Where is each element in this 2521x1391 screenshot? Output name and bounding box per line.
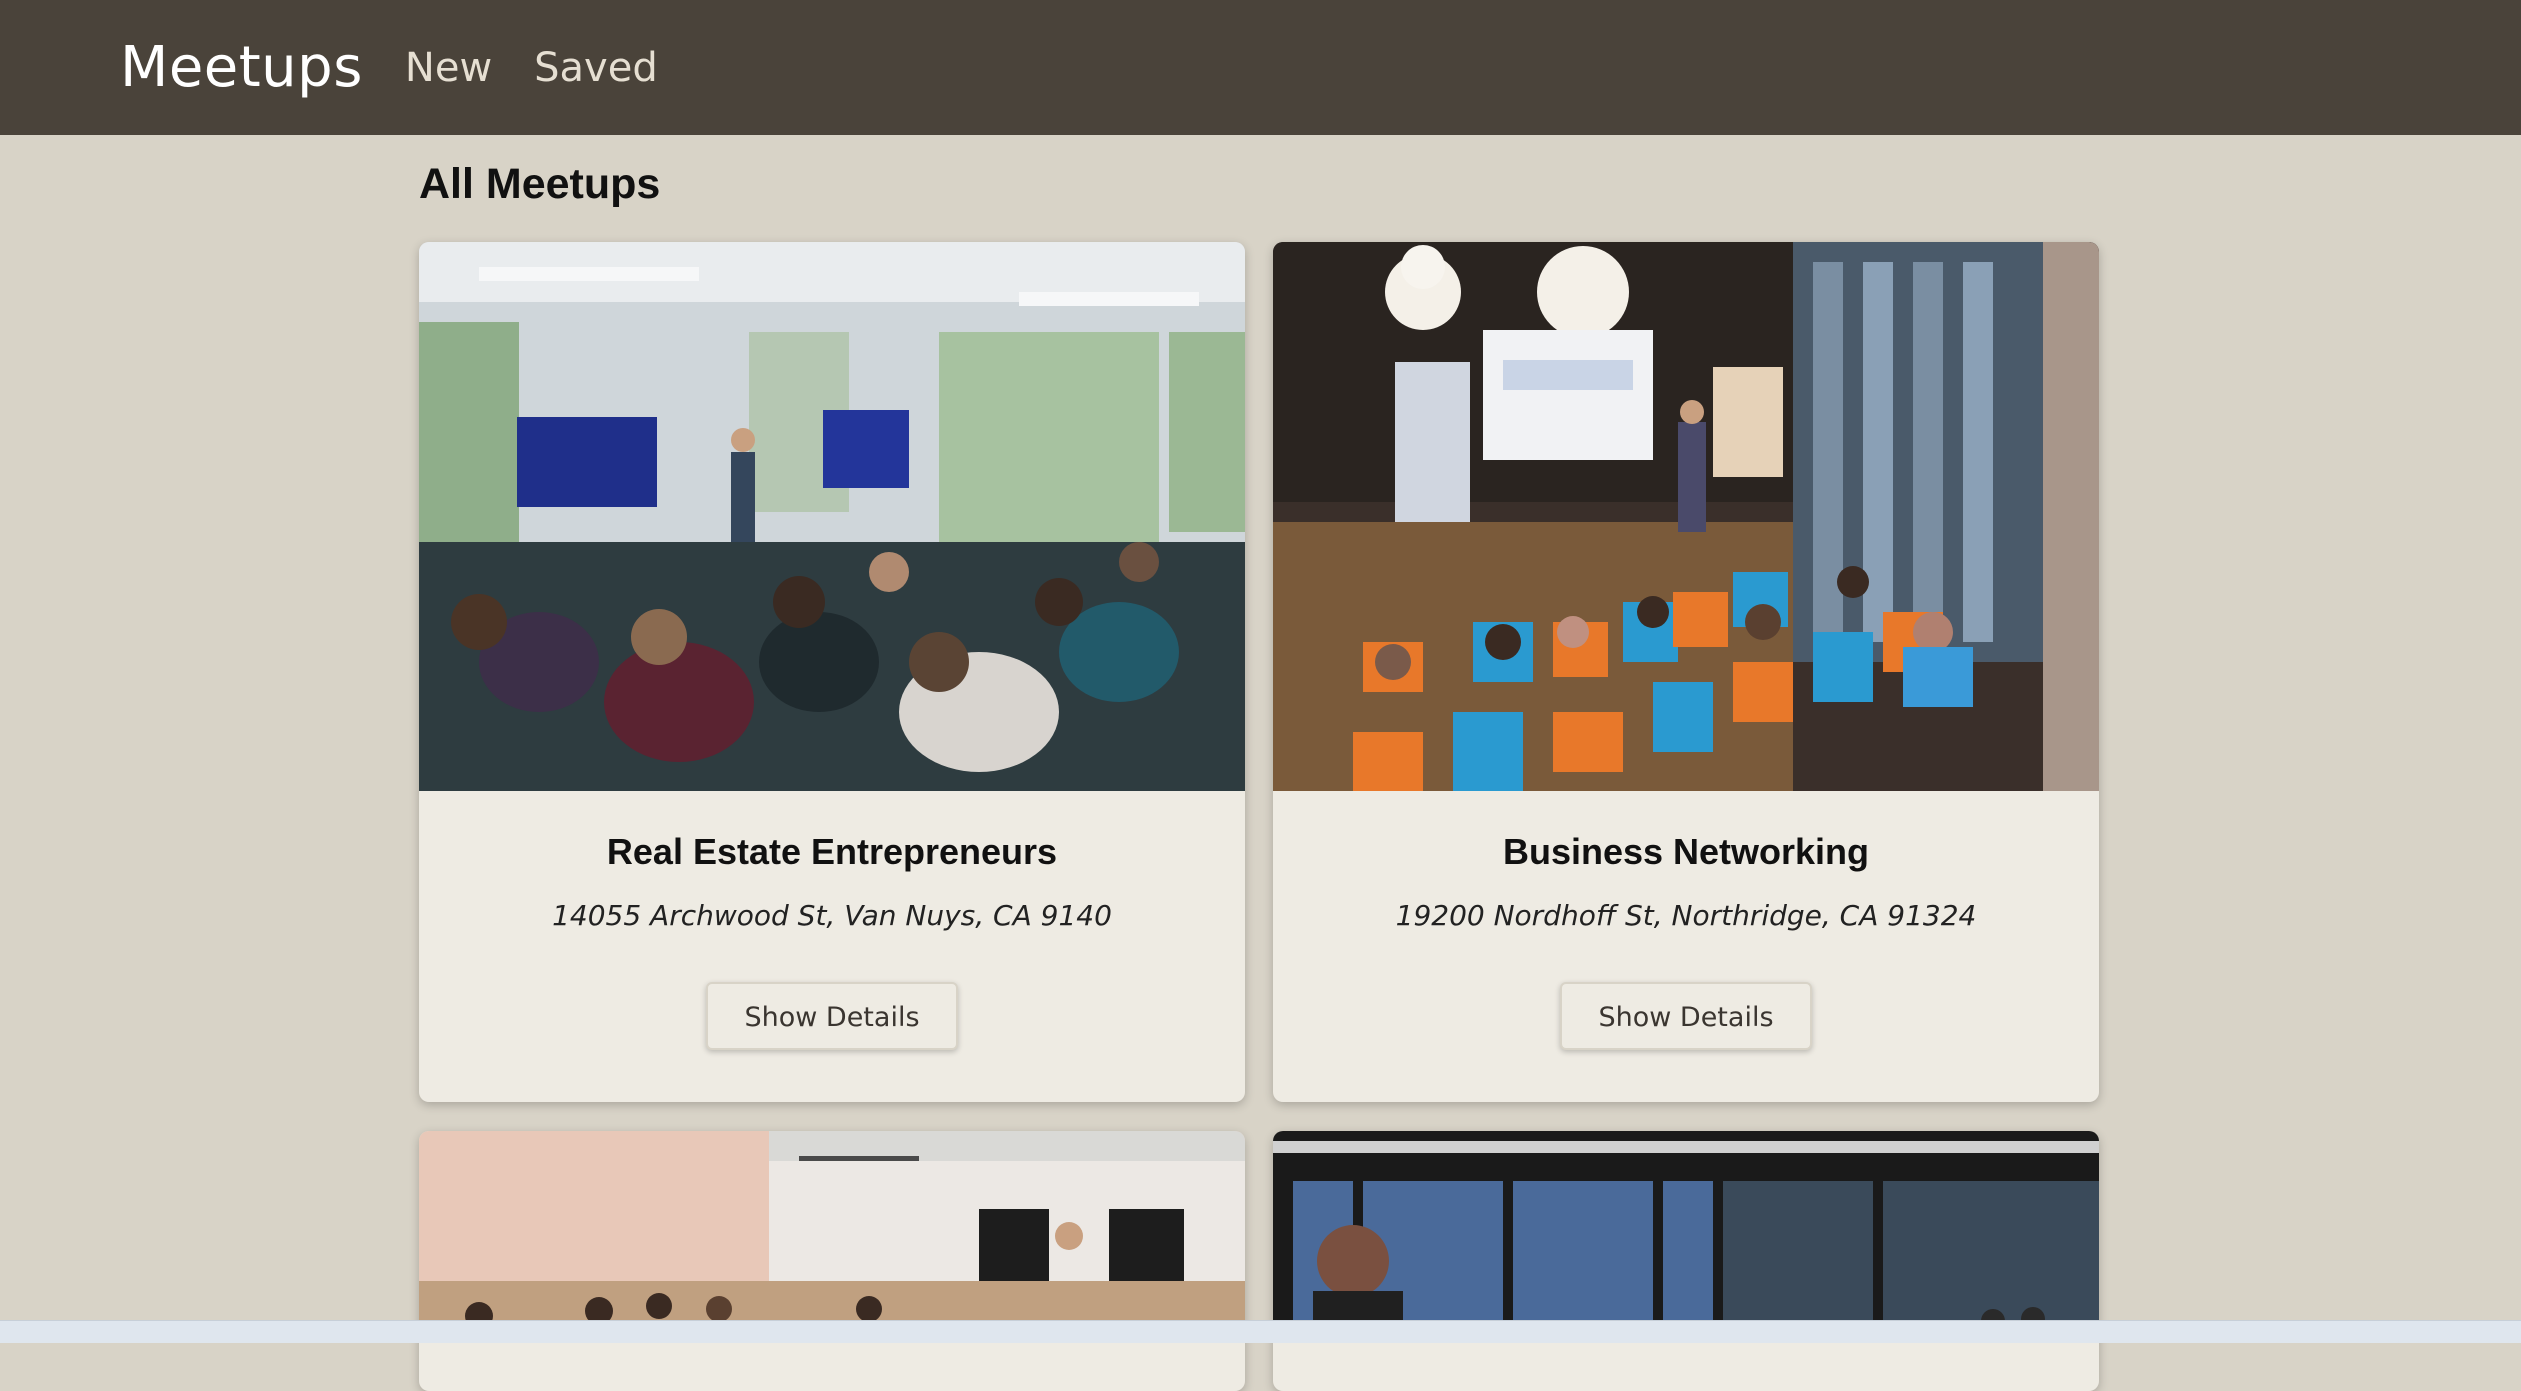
meetup-photo	[419, 1131, 1245, 1331]
meetup-address: 19200 Nordhoff St, Northridge, CA 91324	[1395, 899, 1977, 932]
meetup-address: 14055 Archwood St, Van Nuys, CA 9140	[552, 899, 1112, 932]
meetup-card: Real Estate Entrepreneurs 14055 Archwood…	[419, 242, 1245, 1102]
top-navbar: Meetups New Saved	[0, 0, 2521, 135]
meetup-photo	[1273, 1131, 2099, 1331]
show-details-button[interactable]: Show Details	[1560, 982, 1812, 1050]
meetup-card	[419, 1131, 1245, 1391]
meetup-card	[1273, 1131, 2099, 1391]
page-title: All Meetups	[419, 160, 661, 208]
os-taskbar	[0, 1320, 2521, 1343]
nav-link-saved[interactable]: Saved	[534, 45, 658, 91]
meetup-title: Business Networking	[1502, 831, 1870, 872]
meetup-title: Real Estate Entrepreneurs	[606, 831, 1058, 872]
meetup-photo	[1273, 242, 2099, 791]
nav-link-new[interactable]: New	[405, 45, 492, 91]
brand-logo-link[interactable]: Meetups	[120, 35, 363, 100]
meetup-card: Business Networking 19200 Nordhoff St, N…	[1273, 242, 2099, 1102]
show-details-button[interactable]: Show Details	[706, 982, 958, 1050]
meetup-photo	[419, 242, 1245, 791]
